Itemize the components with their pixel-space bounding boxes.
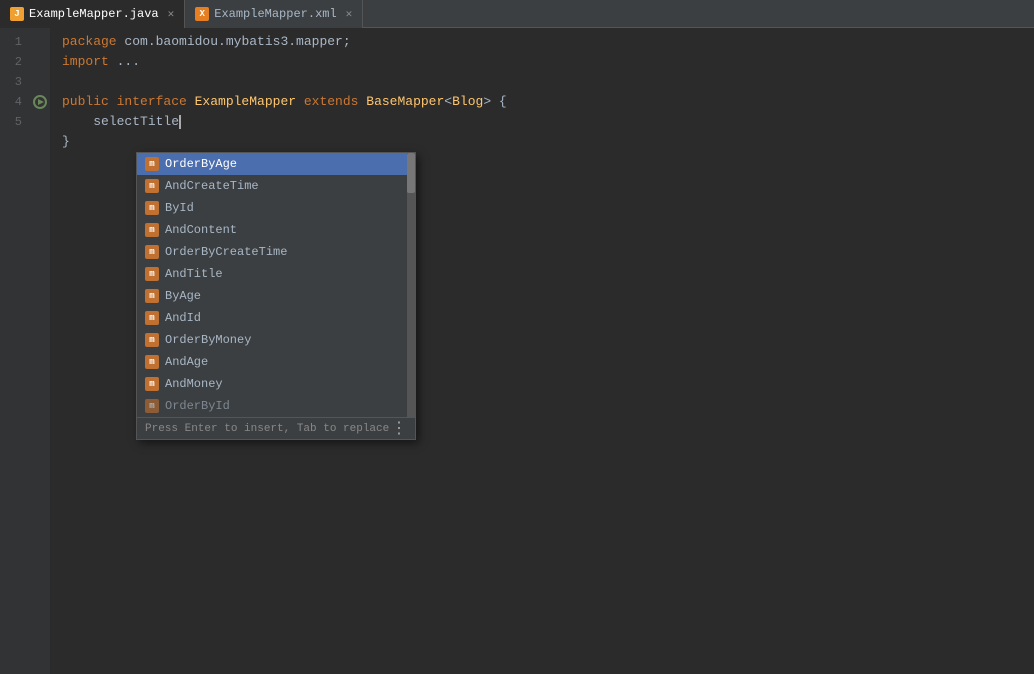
type-param-open: < (444, 92, 452, 112)
ac-label-3: AndContent (165, 220, 237, 240)
ac-label-8: OrderByMoney (165, 330, 251, 350)
ac-item-11[interactable]: m OrderById (137, 395, 415, 417)
gutter-line-6 (30, 132, 50, 152)
ac-label-4: OrderByCreateTime (165, 242, 287, 262)
tab-xml-label: ExampleMapper.xml (214, 7, 336, 21)
autocomplete-footer: Press Enter to insert, Tab to replace ⋮ (137, 417, 415, 439)
base-class: BaseMapper (366, 92, 444, 112)
kw-public: public (62, 92, 117, 112)
line-num-3: 3 (0, 72, 22, 92)
ac-item-6[interactable]: m ByAge (137, 285, 415, 307)
gutter (30, 28, 50, 674)
ac-item-4[interactable]: m OrderByCreateTime (137, 241, 415, 263)
code-line-2: import ... (62, 52, 1034, 72)
ac-label-7: AndId (165, 308, 201, 328)
code-line-4: public interface ExampleMapper extends B… (62, 92, 1034, 112)
ac-label-9: AndAge (165, 352, 208, 372)
ac-label-11: OrderById (165, 396, 230, 416)
ac-label-1: AndCreateTime (165, 176, 259, 196)
kw-import: import (62, 52, 117, 72)
tab-xml[interactable]: X ExampleMapper.xml ✕ (185, 0, 363, 28)
method-text: selectTitle (93, 112, 179, 132)
gutter-line-2 (30, 52, 50, 72)
xml-file-icon: X (195, 7, 209, 21)
ac-icon-6: m (145, 289, 159, 303)
ac-icon-2: m (145, 201, 159, 215)
java-file-icon: J (10, 7, 24, 21)
ac-label-5: AndTitle (165, 264, 223, 284)
tab-java-label: ExampleMapper.java (29, 7, 159, 21)
autocomplete-dropdown[interactable]: m OrderByAge m AndCreateTime m ById m An… (136, 152, 416, 440)
autocomplete-more-icon[interactable]: ⋮ (391, 419, 407, 439)
ac-label-6: ByAge (165, 286, 201, 306)
type-param-close: > { (483, 92, 506, 112)
ac-icon-0: m (145, 157, 159, 171)
type-param-value: Blog (452, 92, 483, 112)
code-line-5: selectTitle (62, 112, 1034, 132)
tab-java-close[interactable]: ✕ (168, 7, 175, 21)
ac-label-0: OrderByAge (165, 154, 237, 174)
ac-icon-5: m (145, 267, 159, 281)
ac-icon-4: m (145, 245, 159, 259)
ac-item-0[interactable]: m OrderByAge (137, 153, 415, 175)
import-ellipsis: ... (117, 52, 140, 72)
gutter-line-4 (30, 92, 50, 112)
ac-item-3[interactable]: m AndContent (137, 219, 415, 241)
line-num-6 (0, 132, 22, 152)
tab-bar: J ExampleMapper.java ✕ X ExampleMapper.x… (0, 0, 1034, 28)
ac-item-1[interactable]: m AndCreateTime (137, 175, 415, 197)
editor: 1 2 3 4 5 package com.baomidou.mybatis3.… (0, 28, 1034, 674)
close-brace: } (62, 132, 70, 152)
gutter-line-5 (30, 112, 50, 132)
gutter-line-1 (30, 32, 50, 52)
indent-5 (62, 112, 93, 132)
class-name: ExampleMapper (195, 92, 304, 112)
tab-xml-close[interactable]: ✕ (346, 7, 353, 21)
ac-icon-3: m (145, 223, 159, 237)
ac-item-8[interactable]: m OrderByMoney (137, 329, 415, 351)
line-num-1: 1 (0, 32, 22, 52)
ac-label-2: ById (165, 198, 194, 218)
kw-interface: interface (117, 92, 195, 112)
cursor (179, 115, 181, 129)
code-editor[interactable]: package com.baomidou.mybatis3.mapper; im… (50, 28, 1034, 674)
line-num-2: 2 (0, 52, 22, 72)
ac-item-9[interactable]: m AndAge (137, 351, 415, 373)
ac-icon-9: m (145, 355, 159, 369)
code-line-1: package com.baomidou.mybatis3.mapper; (62, 32, 1034, 52)
ac-item-7[interactable]: m AndId (137, 307, 415, 329)
code-line-6: } (62, 132, 1034, 152)
run-icon[interactable] (33, 95, 47, 109)
line-numbers: 1 2 3 4 5 (0, 28, 30, 674)
ac-icon-7: m (145, 311, 159, 325)
ac-icon-8: m (145, 333, 159, 347)
code-line-3 (62, 72, 1034, 92)
kw-extends: extends (304, 92, 366, 112)
tab-java[interactable]: J ExampleMapper.java ✕ (0, 0, 185, 28)
ac-icon-11: m (145, 399, 159, 413)
ac-label-10: AndMoney (165, 374, 223, 394)
ac-item-2[interactable]: m ById (137, 197, 415, 219)
autocomplete-scrollbar-thumb (407, 153, 415, 193)
package-path: com.baomidou.mybatis3.mapper; (124, 32, 350, 52)
kw-package: package (62, 32, 124, 52)
ac-item-10[interactable]: m AndMoney (137, 373, 415, 395)
ac-icon-1: m (145, 179, 159, 193)
line-num-5: 5 (0, 112, 22, 132)
autocomplete-scrollbar[interactable] (407, 153, 415, 417)
autocomplete-hint: Press Enter to insert, Tab to replace (145, 419, 389, 439)
gutter-line-3 (30, 72, 50, 92)
line-num-4: 4 (0, 92, 22, 112)
ac-item-5[interactable]: m AndTitle (137, 263, 415, 285)
ac-icon-10: m (145, 377, 159, 391)
